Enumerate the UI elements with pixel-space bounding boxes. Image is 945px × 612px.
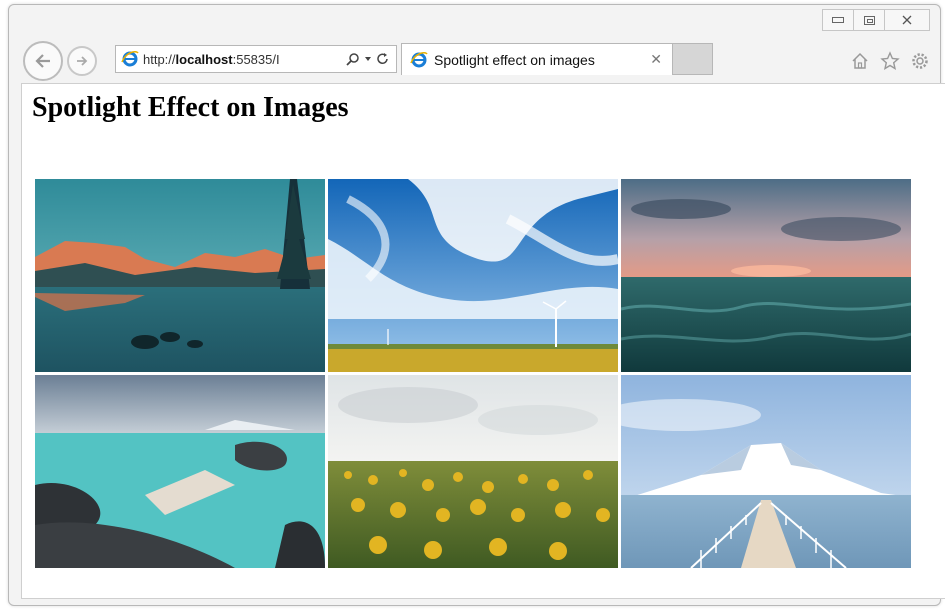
minimize-icon [832, 17, 844, 23]
gallery-image-mountain-lake[interactable] [35, 179, 325, 372]
url-host: localhost [175, 51, 233, 67]
gallery-image-ocean-sunset[interactable] [621, 179, 911, 372]
close-window-button[interactable] [885, 9, 930, 31]
ie-icon [410, 51, 428, 67]
url-prefix: http:// [143, 51, 176, 67]
favorites-icon[interactable] [880, 51, 900, 71]
gallery-image-lagoon-bridge[interactable] [35, 375, 325, 568]
forward-icon [77, 56, 88, 66]
home-icon[interactable] [850, 51, 870, 71]
forward-button[interactable] [67, 46, 97, 76]
address-bar[interactable]: http://localhost:55835/I [115, 45, 397, 73]
image-gallery [35, 179, 911, 569]
browser-tools [850, 51, 930, 71]
maximize-button[interactable] [854, 9, 885, 31]
refresh-icon[interactable] [376, 52, 390, 66]
url-text: http://localhost:55835/I [143, 52, 346, 67]
close-icon [902, 15, 912, 25]
dropdown-icon[interactable] [364, 55, 372, 63]
url-rest: :55835/I [232, 51, 280, 67]
gallery-image-sky-clouds[interactable] [328, 179, 618, 372]
gallery-image-mountain-pier[interactable] [621, 375, 911, 568]
gallery-image-sunflower-field[interactable] [328, 375, 618, 568]
search-icon[interactable] [346, 52, 360, 66]
browser-window: http://localhost:55835/I Spotlight effec… [8, 4, 945, 606]
browser-toolbar: http://localhost:55835/I Spotlight effec… [9, 35, 940, 83]
tab-title: Spotlight effect on images [434, 51, 595, 68]
window-controls [822, 9, 930, 31]
page-viewport: Spotlight Effect on Images [21, 83, 945, 599]
minimize-button[interactable] [822, 9, 854, 31]
back-icon [35, 54, 50, 68]
settings-icon[interactable] [910, 51, 930, 71]
restore-icon [863, 15, 875, 25]
address-tools [346, 52, 390, 66]
ie-icon [121, 50, 139, 67]
tab-close-icon[interactable]: ✕ [650, 51, 662, 68]
page-title: Spotlight Effect on Images [32, 92, 349, 123]
tab-spotlight[interactable]: Spotlight effect on images ✕ [401, 43, 673, 75]
back-button[interactable] [23, 41, 63, 81]
new-tab-button[interactable] [673, 43, 713, 75]
